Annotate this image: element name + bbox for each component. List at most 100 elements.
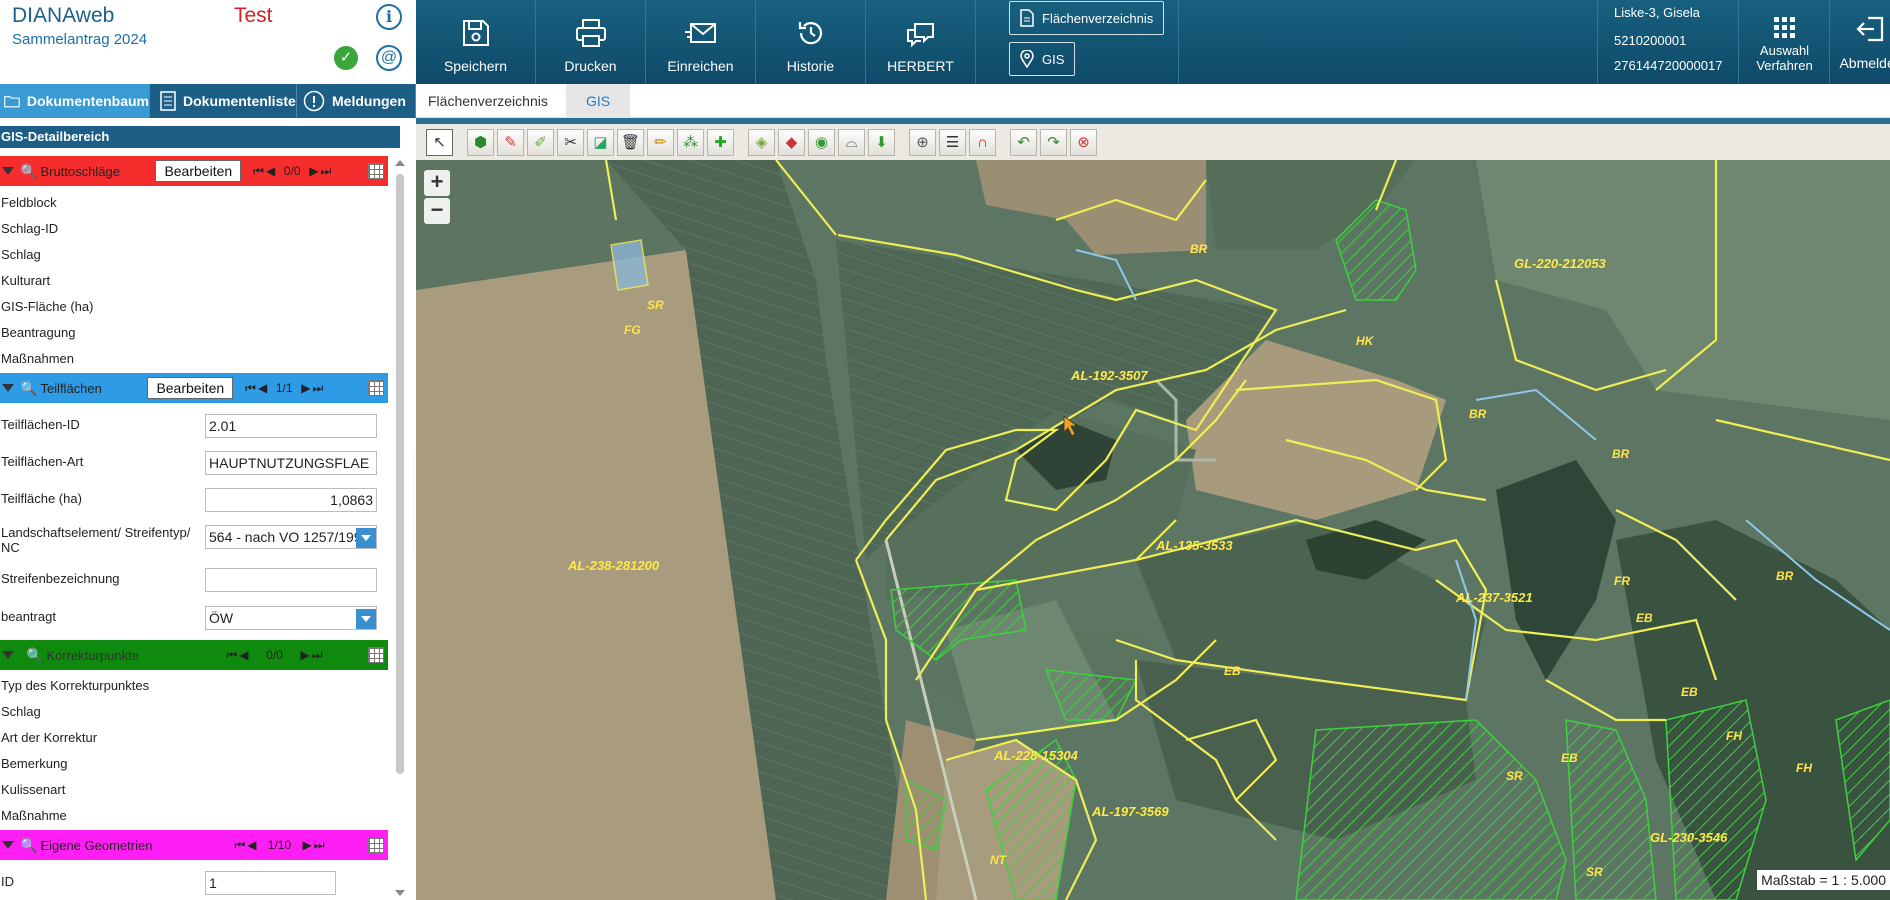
edit-polygon-icon[interactable]: ✎ <box>497 128 524 156</box>
prev-record-icon[interactable]: ◀ <box>258 381 267 395</box>
gis-map[interactable]: AL-192-3507 AL-238-281200 AL-135-3533 AL… <box>416 160 1890 900</box>
split-icon[interactable]: ◪ <box>587 128 614 156</box>
layer-5-icon[interactable]: ⬇ <box>868 128 895 156</box>
scroll-up-arrow-icon[interactable] <box>395 160 405 166</box>
table-view-icon[interactable] <box>368 647 384 663</box>
chevron-down-icon[interactable] <box>356 609 376 629</box>
tab-dokumentenliste[interactable]: Dokumentenliste <box>150 84 297 118</box>
undo-icon[interactable]: ↶ <box>1010 128 1037 156</box>
auswahl-verfahren-button[interactable]: Auswahl Verfahren <box>1740 0 1830 84</box>
bearbeiten-button[interactable]: Bearbeiten <box>147 377 234 399</box>
edit-line-icon[interactable]: ✐ <box>527 128 554 156</box>
collapse-triangle-icon[interactable] <box>2 651 14 659</box>
teilflaechen-id-field[interactable]: 2.01 <box>205 414 377 438</box>
abmelden-button[interactable]: Abmelden <box>1831 0 1890 84</box>
first-record-icon[interactable]: ⏮ <box>234 838 245 853</box>
field-row: Schlag-ID <box>1 218 389 240</box>
layer-2-icon[interactable]: ◆ <box>778 128 805 156</box>
tab-meldungen[interactable]: Meldungen <box>297 84 416 118</box>
layer-4-icon[interactable]: ⌓ <box>838 128 865 156</box>
speichern-button[interactable]: Speichern <box>416 0 536 84</box>
merge-icon[interactable]: ⁂ <box>677 128 704 156</box>
tab-dokumentenbaum[interactable]: Dokumentenbaum <box>0 84 150 118</box>
next-record-icon[interactable]: ▶ <box>300 648 309 662</box>
last-record-icon[interactable]: ⏭ <box>314 838 325 853</box>
first-record-icon[interactable]: ⏮ <box>245 381 256 396</box>
select-arrow-icon[interactable]: ↖ <box>426 128 453 156</box>
streifenbezeichnung-field[interactable] <box>205 568 377 592</box>
landschaftselement-select[interactable]: 564 - nach VO 1257/199 <box>205 525 377 549</box>
magnet-icon[interactable]: ∩ <box>969 128 996 156</box>
section-teilflaechen[interactable]: 🔍 Teilflächen Bearbeiten ⏮ ◀ 1/1 ▶ ⏭ <box>0 373 388 403</box>
bearbeiten-button[interactable]: Bearbeiten <box>155 160 242 182</box>
field-row: Teilflächen-Art HAUPTNUTZUNGSFLAE <box>1 451 389 475</box>
last-record-icon[interactable]: ⏭ <box>312 381 323 396</box>
section-eigene-geometrien[interactable]: 🔍 Eigene Geometrien ⏮ ◀ 1/10 ▶ ⏭ <box>0 830 388 860</box>
table-view-icon[interactable] <box>368 163 384 179</box>
field-label: Schlag <box>1 247 41 262</box>
scroll-down-arrow-icon[interactable] <box>395 890 405 896</box>
table-view-icon[interactable] <box>368 380 384 396</box>
measure-icon[interactable]: ⊕ <box>909 128 936 156</box>
layer-3-icon[interactable]: ◉ <box>808 128 835 156</box>
collapse-triangle-icon[interactable] <box>2 384 14 392</box>
cancel-icon[interactable]: ⊗ <box>1070 128 1097 156</box>
section-title: Korrekturpunkte <box>46 647 139 663</box>
prev-record-icon[interactable]: ◀ <box>239 648 248 662</box>
add-polygon-icon[interactable]: ⬢ <box>467 128 494 156</box>
first-record-icon[interactable]: ⏮ <box>226 648 237 663</box>
prev-record-icon[interactable]: ◀ <box>266 164 275 178</box>
tab-label: Dokumentenliste <box>183 93 296 109</box>
delete-icon[interactable]: 🗑 <box>617 128 644 156</box>
field-row: Bemerkung <box>1 753 389 775</box>
map-label: AL-237-3521 <box>1455 590 1533 605</box>
last-record-icon[interactable]: ⏭ <box>312 648 323 663</box>
email-icon[interactable]: @ <box>376 45 402 71</box>
map-label: AL-192-3507 <box>1070 368 1148 383</box>
zoom-in-button[interactable]: + <box>424 170 450 196</box>
zoom-out-button[interactable]: − <box>424 198 450 224</box>
next-record-icon[interactable]: ▶ <box>301 381 310 395</box>
gis-button[interactable]: GIS <box>1009 42 1076 76</box>
info-icon[interactable]: i <box>376 4 402 30</box>
list-icon[interactable]: ☰ <box>939 128 966 156</box>
cut-icon[interactable]: ✂ <box>557 128 584 156</box>
map-canvas[interactable]: AL-192-3507 AL-238-281200 AL-135-3533 AL… <box>416 160 1890 900</box>
table-view-icon[interactable] <box>368 837 384 853</box>
geometrie-id-field[interactable]: 1 <box>205 871 336 895</box>
search-icon[interactable]: 🔍 <box>20 163 37 180</box>
teilflaeche-ha-field[interactable]: 1,0863 <box>205 488 377 512</box>
first-record-icon[interactable]: ⏮ <box>253 164 264 179</box>
prev-record-icon[interactable]: ◀ <box>247 838 256 852</box>
section-bruttoschlaege[interactable]: 🔍 Bruttoschläge Bearbeiten ⏮ ◀ 0/0 ▶ ⏭ <box>0 156 388 186</box>
scrollbar-thumb[interactable] <box>396 174 404 774</box>
vertical-scrollbar[interactable] <box>396 174 404 774</box>
herbert-button[interactable]: HERBERT <box>866 0 976 84</box>
check-icon[interactable]: ✓ <box>334 46 358 70</box>
collapse-triangle-icon[interactable] <box>2 167 14 175</box>
next-record-icon[interactable]: ▶ <box>302 838 311 852</box>
search-icon[interactable]: 🔍 <box>20 380 37 397</box>
einreichen-button[interactable]: Einreichen <box>646 0 756 84</box>
pencil-icon[interactable]: ✏ <box>647 128 674 156</box>
send-mail-icon <box>684 23 716 43</box>
flaechenverzeichnis-button[interactable]: Flächenverzeichnis <box>1009 1 1165 35</box>
last-record-icon[interactable]: ⏭ <box>320 164 331 179</box>
tab-gis[interactable]: GIS <box>566 84 630 118</box>
historie-button[interactable]: Historie <box>756 0 866 84</box>
teilflaechen-art-field[interactable]: HAUPTNUTZUNGSFLAE <box>205 451 377 475</box>
layer-1-icon[interactable]: ◈ <box>748 128 775 156</box>
search-icon[interactable]: 🔍 <box>26 647 43 664</box>
section-korrekturpunkte[interactable]: 🔍 Korrekturpunkte ⏮ ◀ 0/0 ▶ ⏭ <box>0 640 388 670</box>
tab-flaechenverzeichnis[interactable]: Flächenverzeichnis <box>416 84 566 118</box>
field-row: Streifenbezeichnung <box>1 568 389 592</box>
field-row: Schlag <box>1 244 389 266</box>
chevron-down-icon[interactable] <box>356 528 376 548</box>
collapse-triangle-icon[interactable] <box>2 841 14 849</box>
add-point-icon[interactable]: ✚ <box>707 128 734 156</box>
next-record-icon[interactable]: ▶ <box>309 164 318 178</box>
beantragt-select[interactable]: ÖW <box>205 606 377 630</box>
search-icon[interactable]: 🔍 <box>20 837 37 854</box>
drucken-button[interactable]: Drucken <box>536 0 646 84</box>
redo-icon[interactable]: ↷ <box>1040 128 1067 156</box>
